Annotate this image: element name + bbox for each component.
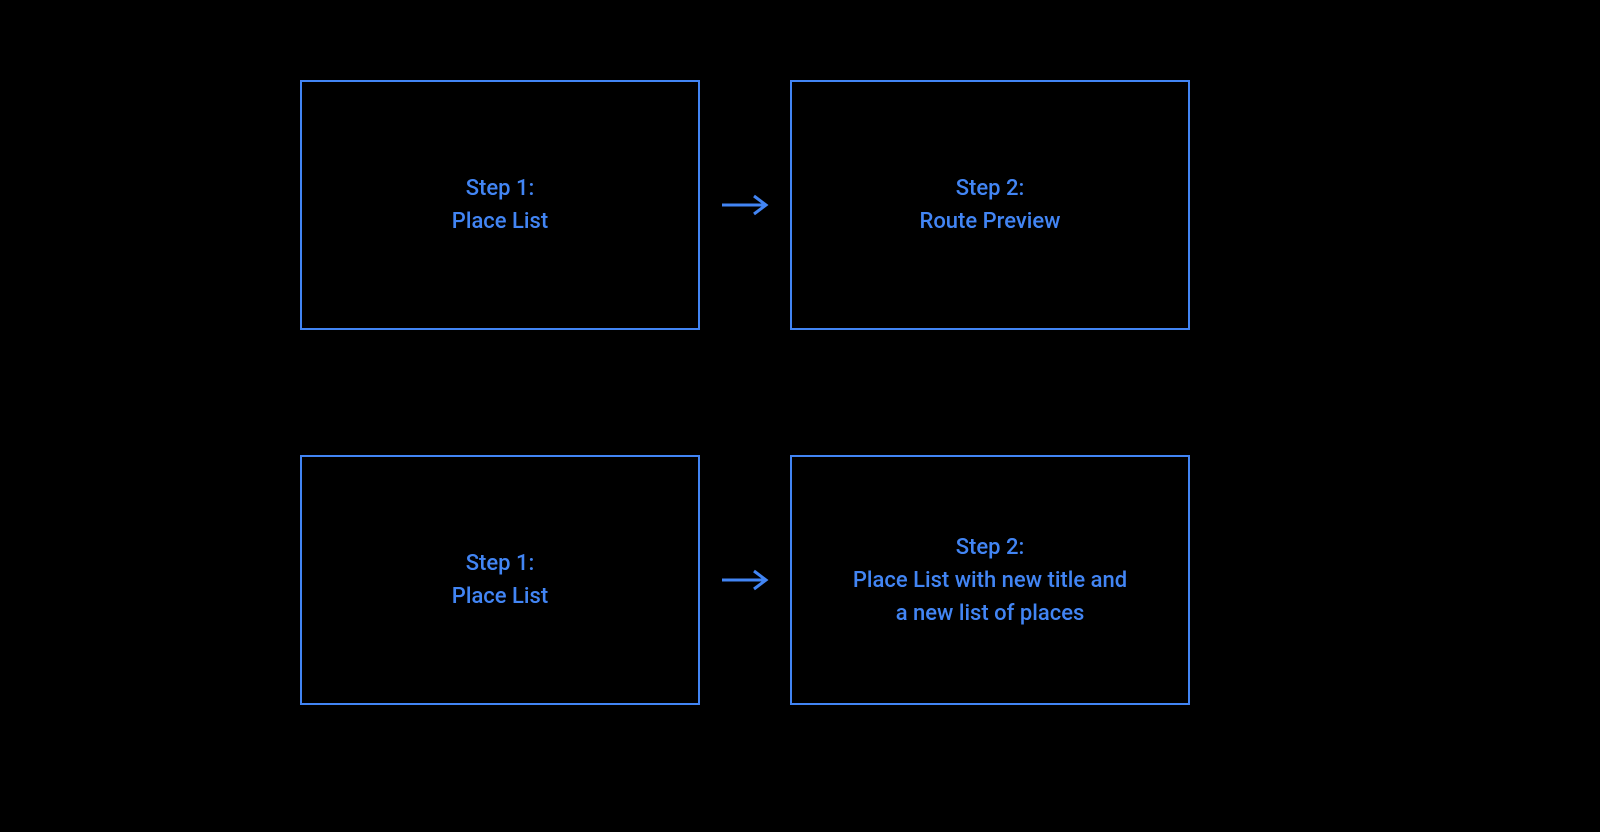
arrow-icon [715,190,775,220]
flow-2-step-2-box: Step 2: Place List with new title and a … [790,455,1190,705]
arrow-icon [715,565,775,595]
flow-row-2: Step 1: Place List Step 2: Place List wi… [300,455,1190,705]
flow-1-step-1-box: Step 1: Place List [300,80,700,330]
flow-2-step-1-label: Step 1: Place List [452,547,548,613]
flow-1-step-2-box: Step 2: Route Preview [790,80,1190,330]
flow-1-step-1-label: Step 1: Place List [452,172,548,238]
flow-1-step-2-label: Step 2: Route Preview [919,172,1060,238]
flow-2-step-1-box: Step 1: Place List [300,455,700,705]
flow-row-1: Step 1: Place List Step 2: Route Preview [300,80,1190,330]
flow-2-step-2-label: Step 2: Place List with new title and a … [853,531,1127,630]
